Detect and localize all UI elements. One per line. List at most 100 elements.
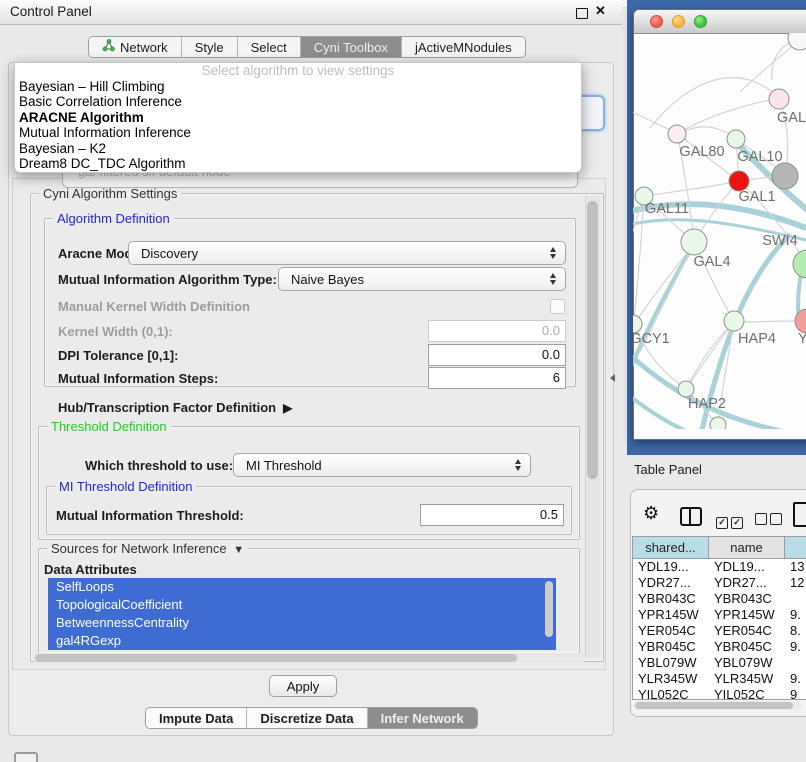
dpi-tolerance-label: DPI Tolerance [0,1]: [58, 348, 178, 363]
algorithm-list: Bayesian – Hill ClimbingBasic Correlatio… [15, 79, 581, 171]
tab-style-label: Style [195, 40, 224, 55]
kernel-width-input: 0.0 [428, 320, 566, 342]
data-attributes-list: SelfLoopsTopologicalCoefficientBetweenne… [48, 578, 556, 650]
tab-select[interactable]: Select [238, 37, 301, 57]
network-canvas[interactable]: GALGAL80GAL10GAL1GAL11GAL4SWI4GCY1HAP4YH… [633, 33, 806, 429]
settings-horizontal-scrollbar[interactable] [33, 653, 586, 663]
network-node-gal4[interactable] [681, 229, 707, 255]
table-cell: YIL052C [633, 687, 709, 700]
corner-button[interactable] [14, 752, 38, 762]
tab-discretize-label: Discretize Data [260, 711, 353, 726]
column-header-name[interactable]: name [709, 537, 785, 558]
tab-cyni-toolbox[interactable]: Cyni Toolbox [301, 37, 402, 57]
algorithm-dropdown-popup: Select algorithm to view settings Bayesi… [14, 62, 582, 173]
table-cell: YBL079W [633, 655, 709, 671]
apply-button[interactable]: Apply [269, 675, 337, 697]
gear-icon[interactable]: ⚙ [643, 503, 659, 524]
tab-style[interactable]: Style [182, 37, 238, 57]
table-row[interactable]: YDR27...YDR27...12 [633, 575, 806, 591]
settings-vertical-scrollbar[interactable] [585, 196, 600, 657]
table-row[interactable]: YBL079WYBL079W [633, 655, 806, 671]
table-horizontal-scrollbar[interactable] [634, 701, 802, 710]
node-label: GAL1 [738, 189, 775, 205]
table-row[interactable]: YBR045CYBR045C9. [633, 639, 806, 655]
h-scrollbar-thumb[interactable] [35, 654, 517, 662]
node-label: GAL10 [737, 149, 782, 165]
tab-infer-network[interactable]: Infer Network [368, 708, 477, 728]
attributes-list-scrollbar[interactable] [545, 581, 553, 641]
zoom-traffic-light-icon[interactable] [694, 15, 707, 28]
hub-definition-expander[interactable]: Hub/Transcription Factor Definition ▶ [58, 400, 292, 415]
table-cell: YBR045C [709, 639, 785, 655]
table-cell: YBR043C [709, 591, 785, 607]
minimize-traffic-light-icon[interactable] [672, 15, 685, 28]
tab-network[interactable]: Network [89, 37, 182, 57]
table-cell: 9. [785, 671, 806, 687]
mi-type-combo[interactable]: Naive Bayes [278, 267, 566, 291]
mi-threshold-label: Mutual Information Threshold: [56, 508, 244, 523]
table-row[interactable]: YIL052CYIL052C9 [633, 687, 806, 700]
table-row[interactable]: YBR043CYBR043C [633, 591, 806, 607]
algorithm-option[interactable]: Dream8 DC_TDC Algorithm [15, 156, 581, 171]
network-node-swi4[interactable] [793, 250, 806, 278]
tab-select-label: Select [251, 40, 287, 55]
network-node-gal[interactable] [769, 89, 789, 109]
column-header-cut[interactable] [785, 537, 806, 558]
sources-group-title[interactable]: Sources for Network Inference ▼ [47, 541, 248, 556]
column-header-shared-name[interactable]: shared... [633, 537, 709, 558]
network-node[interactable] [710, 417, 726, 429]
node-label: HAP2 [688, 396, 726, 412]
tab-discretize-data[interactable]: Discretize Data [247, 708, 367, 728]
table-cell: YBL079W [709, 655, 785, 671]
mi-steps-input[interactable]: 6 [428, 367, 566, 389]
close-traffic-light-icon[interactable] [650, 15, 663, 28]
algorithm-option[interactable]: Bayesian – K2 [15, 141, 581, 156]
app-screen: Control Panel ✕ Network Style Select Cyn… [0, 0, 806, 762]
table-row[interactable]: YDL19...YDL19...13 [633, 559, 806, 575]
deselect-all-checkboxes-icon[interactable] [755, 512, 785, 530]
algorithm-option[interactable]: Bayesian – Hill Climbing [15, 79, 581, 94]
select-all-checkboxes-icon[interactable]: ✓✓ [716, 512, 746, 530]
attribute-list-item[interactable]: BetweennessCentrality [48, 614, 556, 632]
settings-scrollbar-thumb[interactable] [587, 201, 598, 479]
algorithm-option[interactable]: Mutual Information Inference [15, 125, 581, 140]
stepper-arrows-icon [545, 273, 561, 285]
close-icon[interactable]: ✕ [595, 3, 606, 19]
split-columns-icon[interactable] [680, 507, 702, 526]
attribute-list-item[interactable]: SelfLoops [48, 578, 556, 596]
mi-threshold-input[interactable]: 0.5 [420, 504, 564, 526]
network-node-hap2[interactable] [678, 381, 694, 397]
network-node-gal1[interactable] [729, 171, 749, 191]
node-label: Y [798, 331, 806, 347]
dpi-tolerance-input[interactable]: 0.0 [428, 344, 566, 366]
algorithm-option[interactable]: ARACNE Algorithm [15, 110, 581, 125]
attribute-list-item[interactable]: TopologicalCoefficient [48, 596, 556, 614]
network-node-gal10[interactable] [727, 130, 745, 148]
table-row[interactable]: YER054CYER054C8. [633, 623, 806, 639]
attribute-list-item[interactable]: gal4RGexp [48, 632, 556, 650]
control-panel-tabs: Network Style Select Cyni Toolbox jActiv… [88, 36, 526, 58]
tab-jactivemnodules[interactable]: jActiveMNodules [402, 37, 525, 57]
splitter-collapse-icon[interactable] [610, 374, 615, 382]
network-node-hap4[interactable] [724, 311, 744, 331]
node-attribute-table[interactable]: shared... name YDL19...YDL19...13YDR27..… [632, 536, 806, 700]
which-threshold-combo[interactable]: MI Threshold [233, 453, 531, 477]
table-row[interactable]: YPR145WYPR145W9. [633, 607, 806, 623]
table-cell: 9 [785, 687, 806, 700]
node-label: GAL4 [693, 254, 730, 270]
table-cell: 8. [785, 623, 806, 639]
document-icon[interactable] [793, 502, 806, 527]
mi-threshold-definition-title: MI Threshold Definition [55, 479, 196, 494]
cyni-bottom-tabs: Impute Data Discretize Data Infer Networ… [145, 707, 478, 729]
network-node-gal80[interactable] [668, 125, 686, 143]
tab-impute-label: Impute Data [159, 711, 233, 726]
table-row[interactable]: YLR345WYLR345W9. [633, 671, 806, 687]
float-window-icon[interactable] [576, 8, 588, 19]
network-window-titlebar[interactable] [634, 10, 806, 34]
aracne-mode-combo[interactable]: Discovery [128, 241, 566, 265]
algorithm-option[interactable]: Basic Correlation Inference [15, 94, 581, 109]
tab-impute-data[interactable]: Impute Data [146, 708, 247, 728]
table-cell: YPR145W [633, 607, 709, 623]
expander-right-icon: ▶ [280, 401, 293, 415]
network-node[interactable] [772, 163, 798, 189]
